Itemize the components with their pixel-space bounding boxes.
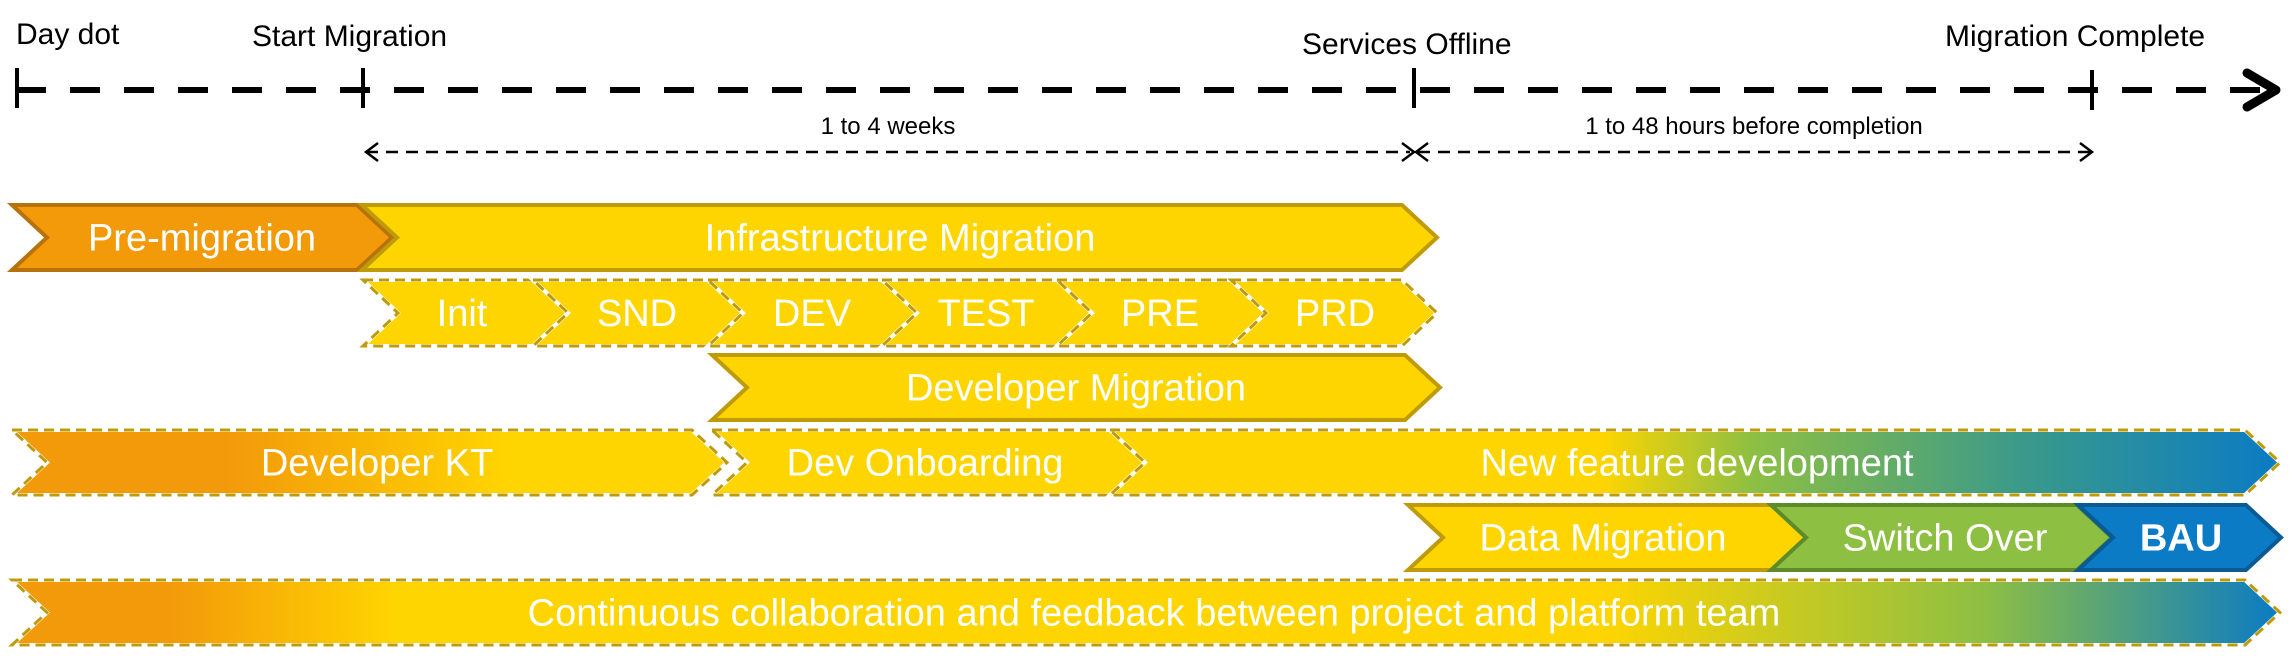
phase-label-continuous-collaboration: Continuous collaboration and feedback be… bbox=[528, 593, 1781, 635]
phase-step-init: Init bbox=[357, 278, 571, 348]
phase-label-step-prd: PRD bbox=[1295, 293, 1375, 335]
phase-pre-migration: Pre-migration bbox=[6, 203, 395, 272]
duration-label-infra-window: 1 to 4 weeks bbox=[821, 113, 956, 140]
milestone-day-dot: Day dot bbox=[16, 18, 120, 51]
phase-label-developer-kt: Developer KT bbox=[261, 443, 493, 485]
phase-label-step-test: TEST bbox=[937, 293, 1034, 335]
duration-markers: 1 to 4 weeks 1 to 48 hours before comple… bbox=[363, 113, 2095, 162]
phase-label-step-pre: PRE bbox=[1121, 293, 1199, 335]
phase-developer-migration: Developer Migration bbox=[706, 353, 1443, 422]
phase-label-new-feature-development: New feature development bbox=[1480, 443, 1913, 485]
timeline: Day dot Start Migration Services Offline… bbox=[15, 18, 2281, 112]
phase-developer-kt: Developer KT bbox=[6, 428, 730, 497]
migration-timeline-diagram: Day dot Start Migration Services Offline… bbox=[6, 18, 2284, 647]
phase-label-developer-migration: Developer Migration bbox=[906, 368, 1246, 410]
phase-new-feature-development: New feature development bbox=[1104, 428, 2283, 497]
phase-label-step-snd: SND bbox=[597, 293, 677, 335]
milestone-migration-complete: Migration Complete bbox=[1945, 20, 2205, 53]
phase-label-infrastructure-migration: Infrastructure Migration bbox=[705, 218, 1096, 260]
phase-label-data-migration: Data Migration bbox=[1479, 518, 1726, 560]
phase-label-pre-migration: Pre-migration bbox=[88, 218, 316, 260]
phase-label-step-init: Init bbox=[437, 293, 488, 335]
milestone-start-migration: Start Migration bbox=[252, 20, 447, 53]
phase-label-dev-onboarding: Dev Onboarding bbox=[787, 443, 1064, 485]
phase-bars: Pre-migration Infrastructure Migration Ini… bbox=[6, 203, 2284, 647]
milestone-services-offline: Services Offline bbox=[1302, 28, 1512, 61]
phase-label-step-dev: DEV bbox=[773, 293, 852, 335]
phase-continuous-collaboration: Continuous collaboration and feedback be… bbox=[6, 578, 2283, 647]
phase-infrastructure-migration: Infrastructure Migration bbox=[356, 203, 1440, 272]
phase-data-migration: Data Migration bbox=[1402, 503, 1815, 572]
phase-switch-over: Switch Over bbox=[1765, 503, 2115, 572]
phase-dev-onboarding: Dev Onboarding bbox=[706, 428, 1148, 497]
duration-label-offline-window: 1 to 48 hours before completion bbox=[1585, 113, 1923, 140]
phase-label-bau: BAU bbox=[2140, 518, 2222, 560]
phase-label-switch-over: Switch Over bbox=[1843, 518, 2048, 560]
